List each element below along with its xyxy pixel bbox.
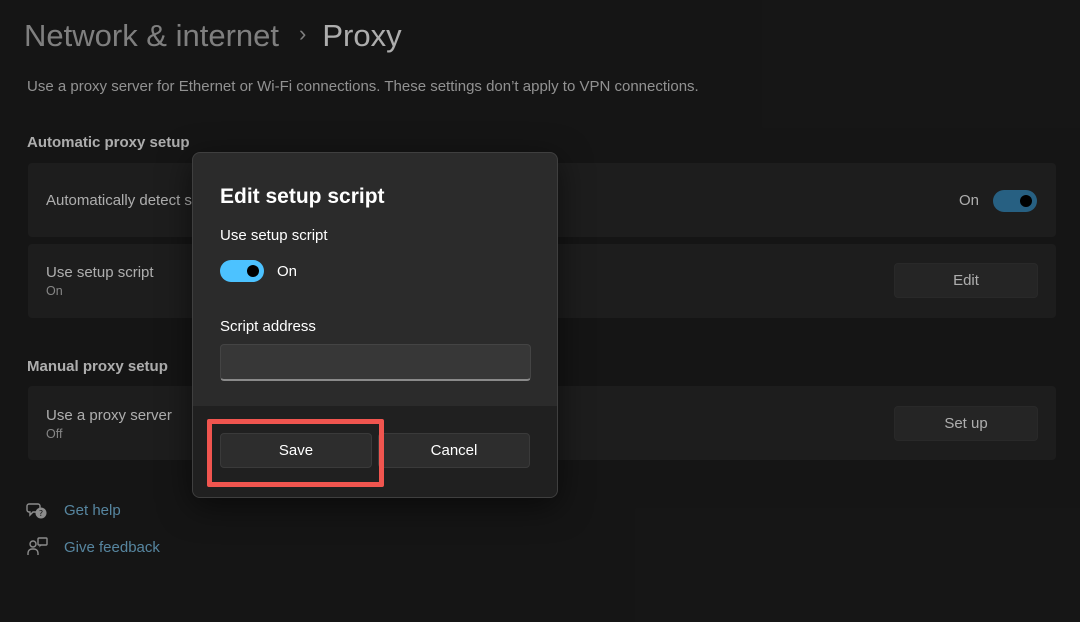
use-setup-script-toggle[interactable] bbox=[220, 260, 264, 282]
edit-setup-script-dialog: Edit setup script Use setup script On Sc… bbox=[192, 152, 558, 498]
use-setup-script-state: On bbox=[277, 263, 298, 280]
dialog-footer: Save Cancel bbox=[193, 406, 557, 497]
script-address-label: Script address bbox=[220, 318, 316, 335]
use-setup-script-label: Use setup script bbox=[220, 227, 328, 244]
script-address-input[interactable] bbox=[220, 344, 531, 381]
cancel-button[interactable]: Cancel bbox=[378, 433, 530, 468]
save-button[interactable]: Save bbox=[220, 433, 372, 468]
dialog-title: Edit setup script bbox=[220, 185, 385, 208]
toggle-knob bbox=[247, 265, 259, 277]
